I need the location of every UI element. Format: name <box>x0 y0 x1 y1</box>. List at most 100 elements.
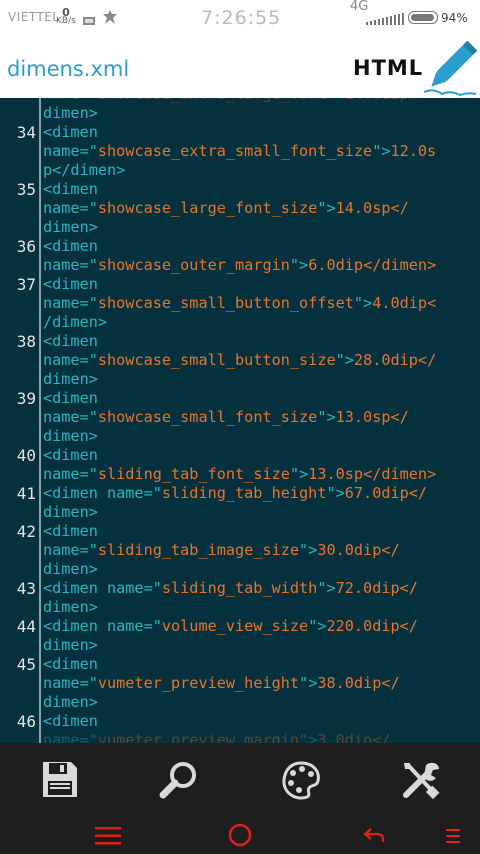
notification-leaf-icon <box>102 9 118 29</box>
code-row: dimen> <box>43 693 98 712</box>
code-value: 14.0sp</ <box>335 199 409 217</box>
code-tag: name=" <box>43 199 98 217</box>
signal-strength-icon <box>366 11 406 30</box>
mode-label[interactable]: HTML <box>353 56 423 80</box>
recent-icon[interactable] <box>446 828 460 848</box>
line-number: 37 <box>16 275 36 294</box>
code-tag: <dimen name=" <box>43 579 162 597</box>
code-row: <dimen name="sliding_tab_height">67.0dip… <box>43 484 427 503</box>
battery-level-fill <box>411 14 434 21</box>
code-row: name="vumeter_preview_margin">3.0dip</ <box>43 731 391 743</box>
line-number: 42 <box>16 522 36 541</box>
code-tag: name=" <box>43 98 98 103</box>
code-tag: <dimen <box>43 275 98 293</box>
code-tag: <dimen <box>43 522 98 540</box>
code-tag: <dimen <box>43 332 98 350</box>
code-row: name="showcase_large_font_size">14.0sp</ <box>43 199 409 218</box>
code-row: <dimen <box>43 180 98 199</box>
clock-time: 7:26:55 <box>201 7 282 29</box>
code-tag: /dimen> <box>43 313 108 331</box>
code-tag: dimen> <box>43 218 98 236</box>
code-tag: "> <box>289 256 309 274</box>
code-value: 3.0dip</ <box>317 731 391 743</box>
code-value: showcase_large_font_size <box>97 199 318 217</box>
code-row: <dimen <box>43 712 98 731</box>
code-row: <dimen <box>43 237 98 256</box>
code-tag: dimen> <box>43 370 98 388</box>
code-row: dimen> <box>43 598 98 617</box>
code-row: <dimen name="sliding_tab_width">72.0dip<… <box>43 579 418 598</box>
tools-icon[interactable] <box>398 757 444 803</box>
code-value: sliding_tab_font_size <box>97 465 290 483</box>
back-icon[interactable] <box>363 827 385 849</box>
code-tag: <dimen <box>43 712 98 730</box>
code-value: 6.0dip</dimen> <box>308 256 437 274</box>
code-tag: name=" <box>43 256 98 274</box>
code-row: name="vumeter_preview_height">38.0dip</ <box>43 674 400 693</box>
code-tag: dimen> <box>43 636 98 654</box>
code-row: dimen> <box>43 427 98 446</box>
code-row: <dimen <box>43 522 98 541</box>
code-editor[interactable]: name="showcase_extra_large_font">14.0dip… <box>0 98 480 743</box>
code-tag: <dimen <box>43 180 98 198</box>
menu-icon[interactable] <box>95 826 121 850</box>
file-name-title: dimens.xml <box>7 57 130 81</box>
code-tag: name=" <box>43 465 98 483</box>
code-row: name="showcase_small_font_size">13.0sp</ <box>43 408 409 427</box>
code-tag: name=" <box>43 731 98 743</box>
code-value: 38.0dip</ <box>317 674 400 692</box>
code-tag: dimen> <box>43 598 98 616</box>
net-speed-unit: KB/s <box>56 16 76 26</box>
battery-icon <box>408 11 438 24</box>
battery-percent: 94% <box>441 11 468 25</box>
code-tag: "> <box>308 617 327 635</box>
search-icon[interactable] <box>157 757 203 803</box>
code-row: <dimen <box>43 655 98 674</box>
code-row: p</dimen> <box>43 161 125 180</box>
code-value: sliding_tab_width <box>161 579 318 597</box>
status-bar: VIETTEL 0 KB/s 7:26:55 4G 94% <box>0 0 480 38</box>
code-tag: <dimen <box>43 123 98 141</box>
code-value: sliding_tab_height <box>161 484 327 502</box>
code-value: 13.0sp</ <box>335 408 409 426</box>
code-tag: dimen> <box>43 560 98 578</box>
title-bar: dimens.xml HTML <box>0 38 480 98</box>
line-number: 43 <box>16 579 36 598</box>
code-tag: "> <box>326 98 344 103</box>
code-row: name="showcase_small_button_size">28.0di… <box>43 351 436 370</box>
code-value: vumeter_preview_margin <box>97 731 300 743</box>
carrier-name: VIETTEL <box>8 10 60 24</box>
line-number: 34 <box>16 123 36 142</box>
line-number: 46 <box>16 712 36 731</box>
line-number: 41 <box>16 484 36 503</box>
code-value: showcase_small_button_size <box>97 351 336 369</box>
code-value: 12.0s <box>390 142 437 160</box>
code-row: dimen> <box>43 370 98 389</box>
code-row: <dimen <box>43 389 98 408</box>
code-row: dimen> <box>43 636 98 655</box>
code-tag: "> <box>335 351 354 369</box>
code-tag: "> <box>317 579 336 597</box>
code-row: <dimen <box>43 275 98 294</box>
code-value: 30.0dip</ <box>317 541 400 559</box>
save-icon[interactable] <box>37 757 83 803</box>
line-number: 45 <box>16 655 36 674</box>
code-tag: <dimen <box>43 446 98 464</box>
code-tag: name=" <box>43 674 98 692</box>
home-icon[interactable] <box>228 823 252 851</box>
code-value: sliding_tab_image_size <box>97 541 300 559</box>
pencil-edit-icon[interactable] <box>420 40 478 102</box>
code-tag: p</dimen> <box>43 161 126 179</box>
code-tag: name=" <box>43 351 98 369</box>
palette-icon[interactable] <box>278 757 324 803</box>
code-row: name="sliding_tab_font_size">13.0sp</dim… <box>43 465 436 484</box>
code-tag: <dimen name=" <box>43 617 162 635</box>
code-value: showcase_outer_margin <box>97 256 290 274</box>
code-row: <dimen name="volume_view_size">220.0dip<… <box>43 617 418 636</box>
bottom-toolbar <box>0 743 480 854</box>
code-tag: dimen> <box>43 104 98 122</box>
code-value: showcase_extra_large_font <box>98 98 327 103</box>
line-number: 39 <box>16 389 36 408</box>
code-tag: "> <box>317 199 336 217</box>
code-row: <dimen <box>43 123 98 142</box>
